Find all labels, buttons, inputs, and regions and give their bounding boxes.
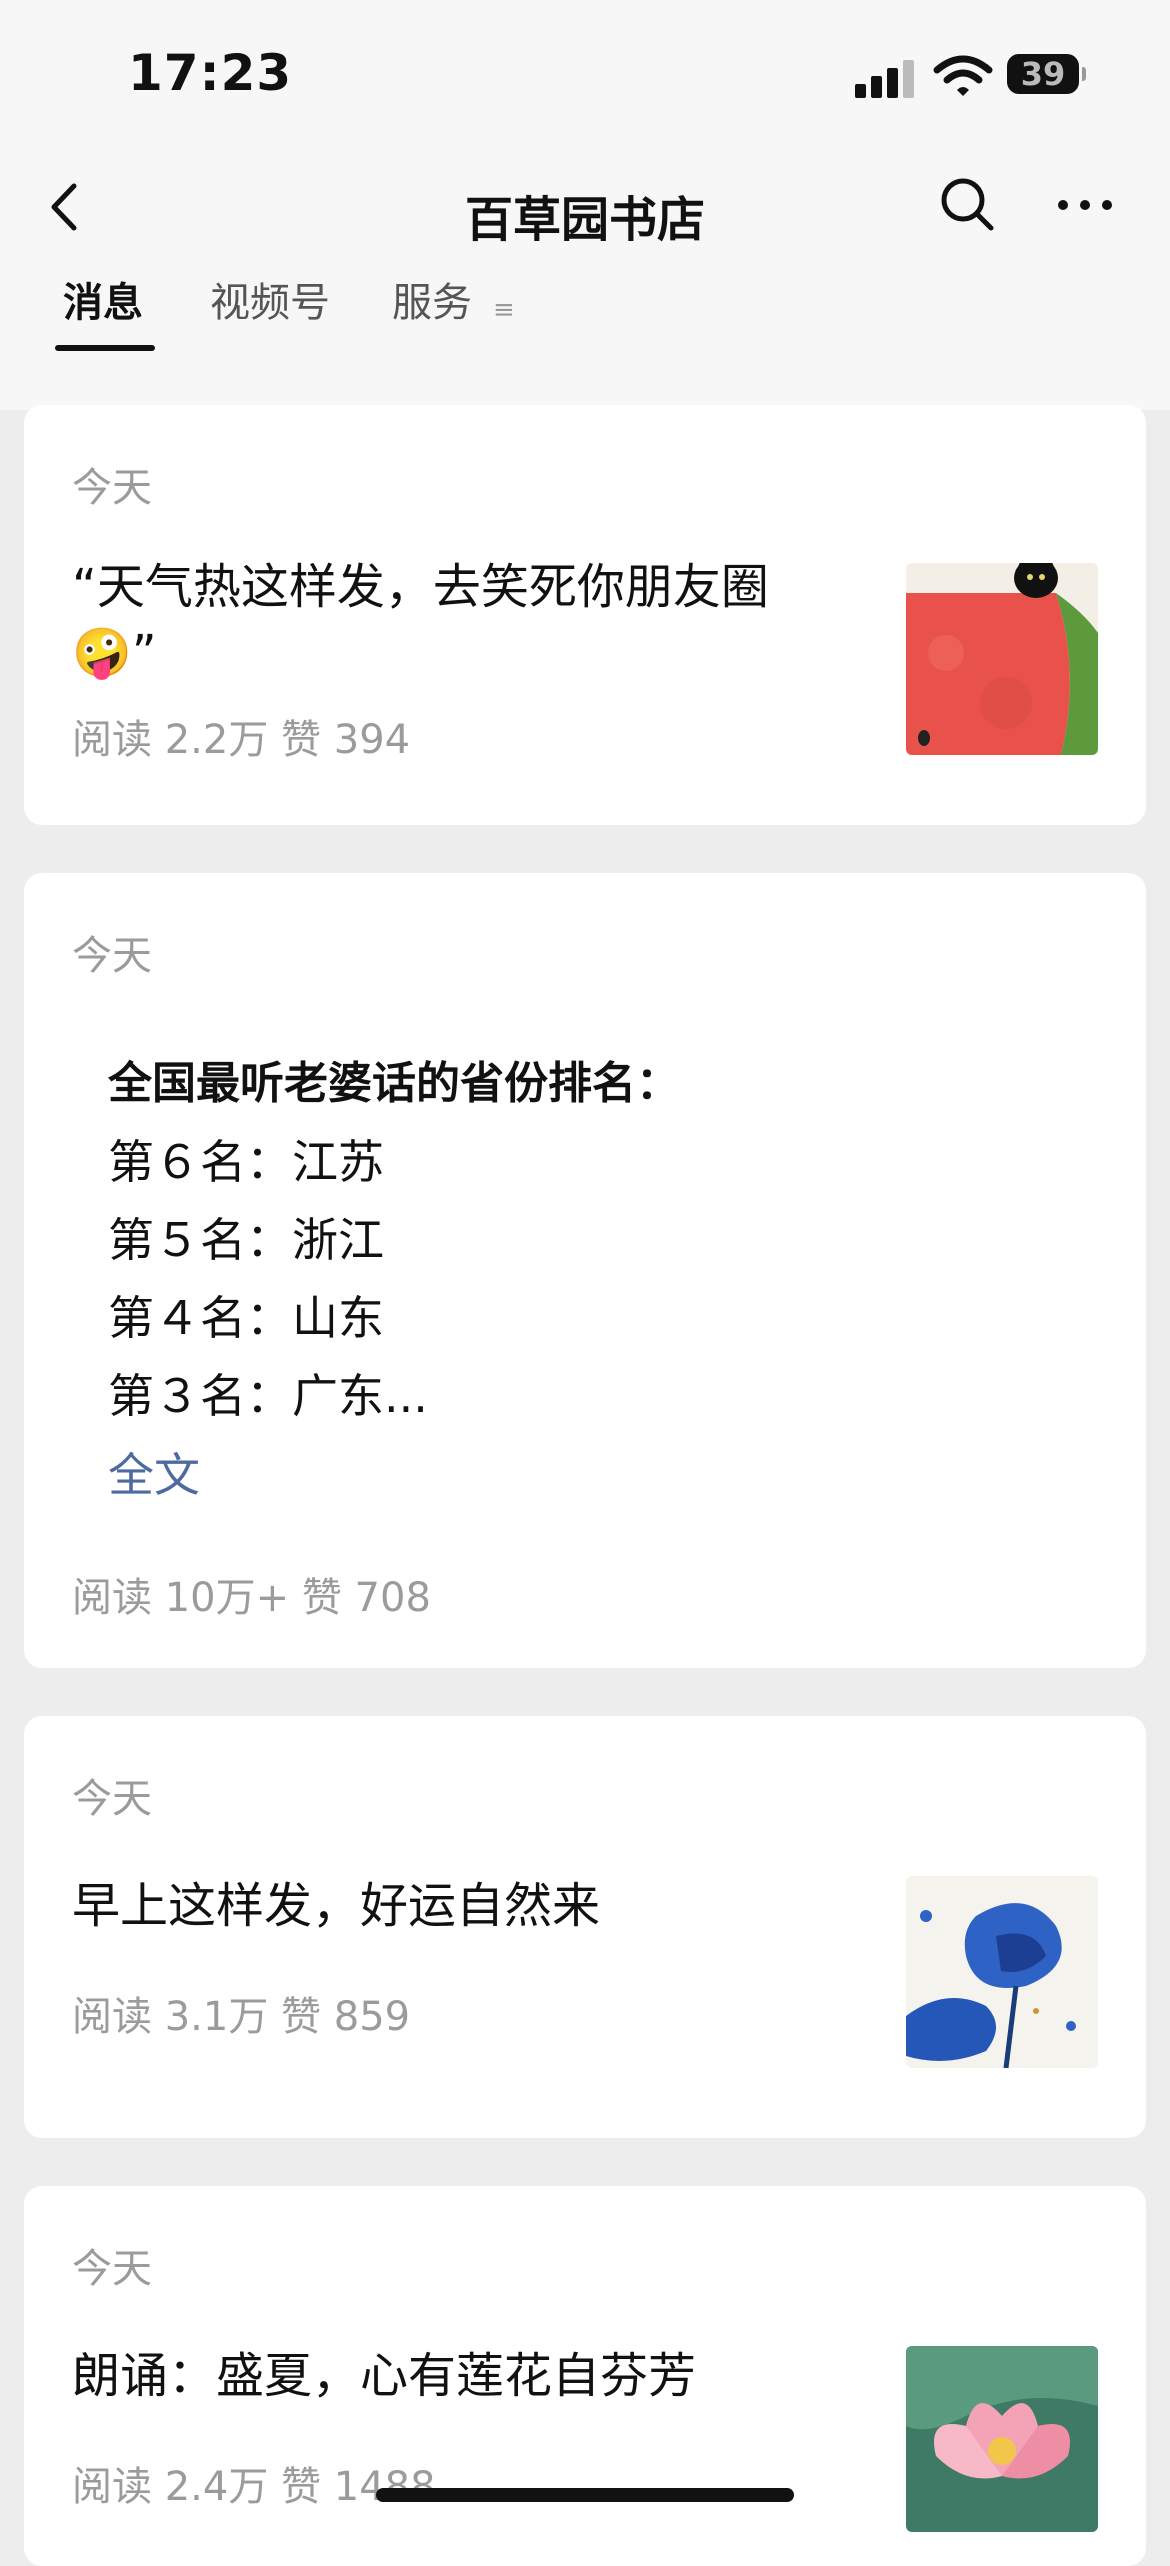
message-date: 今天 — [72, 465, 152, 511]
tab-bar: 消息 视频号 服务 ≡ — [0, 270, 1170, 360]
status-time: 17:23 — [128, 44, 293, 102]
home-indicator — [376, 2488, 794, 2502]
more-button[interactable] — [1055, 190, 1115, 220]
article-line: 第６名：江苏 — [108, 1135, 384, 1189]
message-stats: 阅读 2.2万 赞 394 — [72, 717, 411, 763]
wifi-icon — [933, 52, 993, 100]
message-card[interactable]: 今天 早上这样发，好运自然来 阅读 3.1万 赞 859 — [24, 1716, 1146, 2138]
full-text-link[interactable]: 全文 — [108, 1435, 680, 1515]
message-title: 朗诵：盛夏，心有莲花自芬芳 — [72, 2348, 697, 2404]
message-date: 今天 — [72, 933, 152, 979]
more-dots-icon — [1058, 200, 1112, 210]
message-title-line: 🤪” — [72, 625, 157, 681]
message-card[interactable]: 今天 全国最听老婆话的省份排名： 第６名：江苏 第５名：浙江 第４名：山东 第３… — [24, 873, 1146, 1668]
message-title-line: “天气热这样发，去笑死你朋友圈 — [72, 559, 769, 615]
tab-channels[interactable]: 视频号 — [210, 270, 330, 328]
article-preview: 全国最听老婆话的省份排名： 第６名：江苏 第５名：浙江 第４名：山东 第３名：广… — [108, 1045, 680, 1515]
article-line: 第３名：广东... — [108, 1369, 428, 1423]
tab-messages[interactable]: 消息 — [63, 270, 143, 328]
blue-flower-thumbnail[interactable] — [906, 1876, 1098, 2068]
message-stats: 阅读 10万+ 赞 708 — [72, 1575, 431, 1621]
lotus-thumbnail[interactable] — [906, 2346, 1098, 2532]
message-date: 今天 — [72, 2246, 152, 2292]
navigation-bar: 百草园书店 消息 视频号 服务 ≡ — [0, 150, 1170, 410]
article-line: 第５名：浙江 — [108, 1213, 384, 1267]
message-stats: 阅读 2.4万 赞 1488 — [72, 2464, 436, 2510]
watermelon-cat-thumbnail[interactable] — [906, 563, 1098, 755]
message-date: 今天 — [72, 1776, 152, 1822]
tab-services[interactable]: 服务 — [392, 270, 472, 328]
message-card[interactable]: 今天 “天气热这样发，去笑死你朋友圈 🤪” 阅读 2.2万 赞 394 — [24, 405, 1146, 825]
message-card[interactable]: 今天 朗诵：盛夏，心有莲花自芬芳 阅读 2.4万 赞 1488 — [24, 2186, 1146, 2566]
search-icon — [941, 178, 994, 231]
message-title: 早上这样发，好运自然来 — [72, 1878, 601, 1934]
active-tab-indicator — [55, 345, 155, 351]
chevron-left-icon — [51, 183, 77, 231]
message-stats: 阅读 3.1万 赞 859 — [72, 1994, 411, 2040]
battery-icon: 39 — [1007, 54, 1086, 94]
status-bar: 17:23 39 — [0, 0, 1170, 150]
menu-lines-icon: ≡ — [493, 295, 515, 325]
back-button[interactable] — [40, 172, 90, 242]
article-line: 第４名：山东 — [108, 1291, 384, 1345]
search-button[interactable] — [937, 174, 997, 234]
article-headline: 全国最听老婆话的省份排名： — [108, 1058, 680, 1109]
cellular-signal-icon — [855, 58, 917, 98]
